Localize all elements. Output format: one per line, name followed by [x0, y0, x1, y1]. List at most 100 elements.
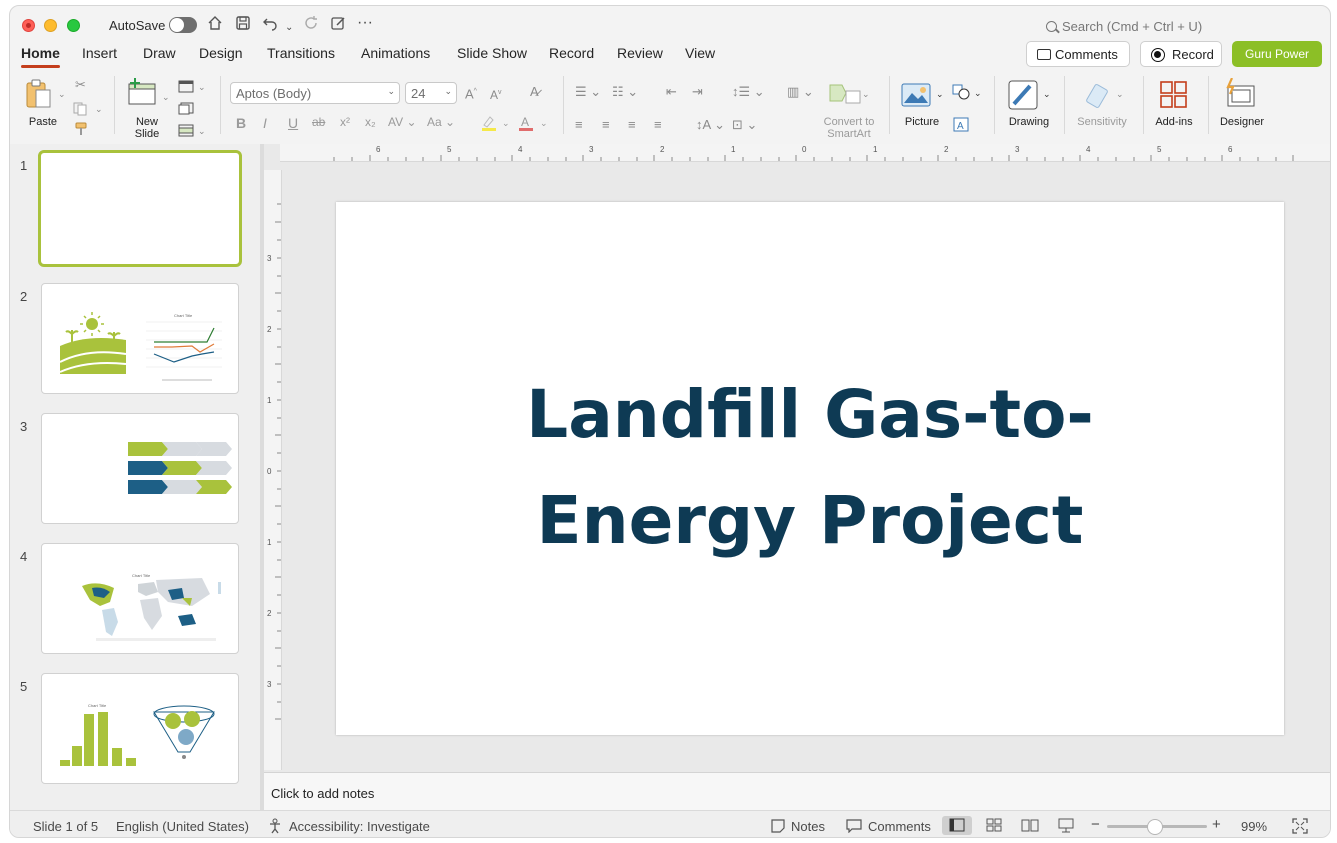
- decrease-font-size-icon[interactable]: Av: [490, 86, 502, 102]
- paste-dropdown-chevron-icon[interactable]: ⌄: [58, 87, 66, 101]
- tab-home[interactable]: Home: [21, 45, 60, 68]
- line-spacing-icon[interactable]: ↕☰ ⌄: [732, 85, 765, 99]
- reset-slide-icon[interactable]: [178, 102, 194, 118]
- normal-view-button[interactable]: [942, 816, 972, 835]
- search-box[interactable]: Search (Cmd + Ctrl + U): [1046, 19, 1202, 34]
- text-direction-icon[interactable]: ↕A ⌄: [696, 118, 725, 132]
- section-icon[interactable]: [178, 124, 194, 140]
- home-icon[interactable]: [207, 15, 223, 37]
- undo-dropdown-chevron-icon[interactable]: ⌄: [285, 18, 293, 38]
- align-text-icon[interactable]: ⊡ ⌄: [732, 118, 757, 132]
- format-painter-icon[interactable]: [74, 122, 90, 139]
- tab-slide-show[interactable]: Slide Show: [457, 45, 527, 61]
- shapes-dropdown-chevron-icon[interactable]: ⌄: [974, 86, 982, 100]
- designer-icon[interactable]: [1224, 77, 1256, 111]
- undo-icon[interactable]: [262, 15, 278, 37]
- cut-icon[interactable]: ✂: [75, 78, 86, 92]
- paste-icon[interactable]: [24, 78, 54, 113]
- tab-view[interactable]: View: [685, 45, 715, 61]
- fit-to-window-icon[interactable]: [1292, 818, 1308, 837]
- layout-icon[interactable]: [178, 80, 194, 96]
- window-maximize-button[interactable]: [67, 19, 80, 32]
- slide-thumbnail-2[interactable]: Chart Title: [41, 283, 239, 394]
- sensitivity-icon[interactable]: [1086, 80, 1114, 113]
- slide-thumbnail-4[interactable]: Chart Title: [41, 543, 239, 654]
- slide-show-view-button[interactable]: [1051, 816, 1081, 835]
- highlight-dropdown-chevron-icon[interactable]: ⌄: [502, 118, 510, 129]
- align-center-icon[interactable]: ≡: [602, 118, 610, 132]
- section-dropdown-chevron-icon[interactable]: ⌄: [198, 124, 206, 138]
- highlight-icon[interactable]: [480, 115, 498, 134]
- save-icon[interactable]: [235, 15, 251, 37]
- tab-review[interactable]: Review: [617, 45, 663, 61]
- slide-sorter-view-button[interactable]: [979, 816, 1009, 835]
- guru-power-button[interactable]: Guru Power: [1232, 41, 1322, 67]
- slide-thumbnail-1[interactable]: [38, 150, 242, 267]
- drawing-dropdown-chevron-icon[interactable]: ⌄: [1043, 87, 1051, 101]
- comments-button[interactable]: Comments: [1026, 41, 1130, 67]
- text-box-icon[interactable]: A: [953, 117, 969, 135]
- align-left-icon[interactable]: ≡: [575, 118, 583, 132]
- italic-icon[interactable]: I: [263, 115, 267, 131]
- bullets-icon[interactable]: ☰ ⌄: [575, 85, 601, 99]
- convert-to-smartart-icon[interactable]: [828, 81, 862, 108]
- shapes-icon[interactable]: [952, 84, 972, 103]
- edit-quick-access-icon[interactable]: [330, 15, 346, 37]
- copy-icon[interactable]: [73, 102, 89, 119]
- window-close-button[interactable]: [22, 19, 35, 32]
- redo-icon[interactable]: [303, 15, 319, 37]
- tab-draw[interactable]: Draw: [143, 45, 176, 61]
- slide-title-textbox[interactable]: Landfill Gas-to- Energy Project: [456, 362, 1164, 574]
- sensitivity-dropdown-chevron-icon[interactable]: ⌄: [1116, 87, 1124, 101]
- underline-icon[interactable]: U: [288, 115, 298, 131]
- picture-icon[interactable]: [901, 83, 931, 110]
- zoom-in-icon[interactable]: +: [1212, 816, 1221, 833]
- zoom-slider-handle[interactable]: [1147, 819, 1163, 835]
- decrease-indent-icon[interactable]: ⇤: [666, 85, 677, 99]
- layout-dropdown-chevron-icon[interactable]: ⌄: [198, 80, 206, 94]
- picture-dropdown-chevron-icon[interactable]: ⌄: [936, 87, 944, 101]
- add-ins-icon[interactable]: [1159, 80, 1189, 113]
- increase-font-size-icon[interactable]: A^: [465, 85, 477, 101]
- subscript-icon[interactable]: x₂: [365, 115, 376, 129]
- clear-formatting-icon[interactable]: A̷: [530, 85, 539, 99]
- accessibility-status[interactable]: Accessibility: Investigate: [289, 819, 430, 834]
- font-name-select[interactable]: Aptos (Body) ⌄: [230, 82, 400, 104]
- columns-icon[interactable]: ▥ ⌄: [787, 85, 814, 99]
- language-status[interactable]: English (United States): [116, 819, 249, 834]
- align-right-icon[interactable]: ≡: [628, 118, 636, 132]
- new-slide-icon[interactable]: [127, 78, 157, 109]
- justify-icon[interactable]: ≡: [654, 118, 662, 132]
- slide-thumbnail-3[interactable]: [41, 413, 239, 524]
- numbering-icon[interactable]: ☷ ⌄: [612, 85, 638, 99]
- comments-toggle-button[interactable]: Comments: [868, 819, 931, 834]
- autosave-toggle[interactable]: [169, 17, 197, 33]
- strikethrough-icon[interactable]: ab: [312, 115, 325, 129]
- increase-indent-icon[interactable]: ⇥: [692, 85, 703, 99]
- tab-design[interactable]: Design: [199, 45, 243, 61]
- tab-record[interactable]: Record: [549, 45, 594, 61]
- more-options-icon[interactable]: ···: [357, 13, 373, 33]
- font-color-dropdown-chevron-icon[interactable]: ⌄: [540, 118, 548, 129]
- copy-dropdown-chevron-icon[interactable]: ⌄: [95, 102, 103, 116]
- font-size-select[interactable]: 24 ⌄: [405, 82, 457, 104]
- current-slide-canvas[interactable]: Landfill Gas-to- Energy Project: [336, 202, 1284, 735]
- zoom-level[interactable]: 99%: [1241, 819, 1267, 834]
- window-minimize-button[interactable]: [44, 19, 57, 32]
- notes-pane[interactable]: Click to add notes: [264, 772, 1330, 810]
- font-color-icon[interactable]: A: [517, 115, 535, 134]
- record-button[interactable]: Record: [1140, 41, 1222, 67]
- drawing-icon[interactable]: [1008, 80, 1040, 113]
- bold-icon[interactable]: B: [236, 115, 246, 131]
- tab-transitions[interactable]: Transitions: [267, 45, 335, 61]
- tab-animations[interactable]: Animations: [361, 45, 430, 61]
- slide-thumbnail-5[interactable]: Chart Title: [41, 673, 239, 784]
- superscript-icon[interactable]: x²: [340, 115, 350, 129]
- new-slide-dropdown-chevron-icon[interactable]: ⌄: [162, 90, 170, 104]
- reading-view-button[interactable]: [1015, 816, 1045, 835]
- tab-insert[interactable]: Insert: [82, 45, 117, 61]
- character-spacing-icon[interactable]: AV ⌄: [388, 115, 417, 129]
- notes-toggle-button[interactable]: Notes: [791, 819, 825, 834]
- zoom-out-icon[interactable]: −: [1091, 816, 1100, 833]
- smartart-dropdown-chevron-icon[interactable]: ⌄: [862, 87, 870, 101]
